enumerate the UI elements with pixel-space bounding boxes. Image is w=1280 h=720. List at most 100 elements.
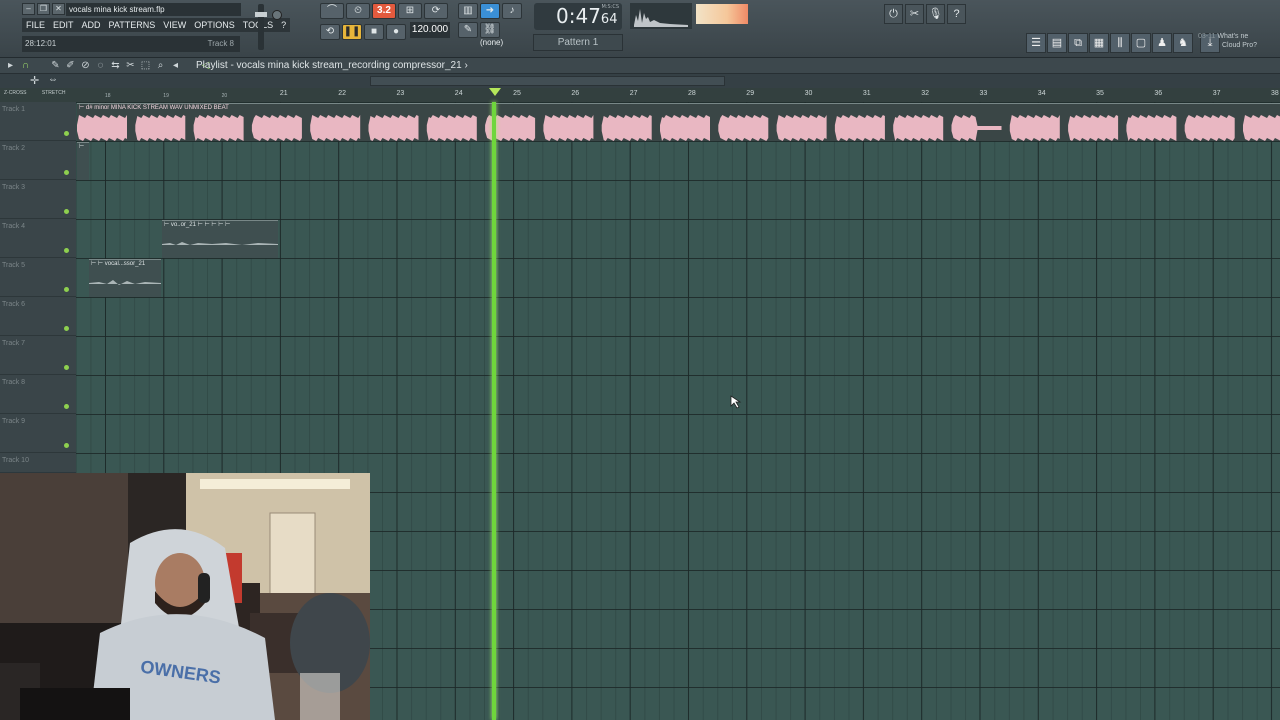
- microphone-icon[interactable]: 🎙: [926, 4, 945, 24]
- audio-clip-track4[interactable]: ⊢ vo..or_21 ⊢ ⊢ ⊢ ⊢ ⊢: [162, 220, 278, 258]
- song-mode-icon[interactable]: ⟲: [320, 24, 340, 40]
- browser-icon[interactable]: ▦: [1089, 33, 1109, 53]
- news-panel[interactable]: 03-11 What's ne Cloud Pro?: [1198, 32, 1280, 54]
- waveform-block: [251, 115, 302, 141]
- track-mute-led-icon[interactable]: [64, 131, 69, 136]
- master-pitch[interactable]: [272, 10, 282, 50]
- audio-clip-beat[interactable]: ⊢ d# minor MINA KICK STREAM WAV UNMIXED …: [77, 103, 1280, 141]
- close-icon[interactable]: ✕: [52, 3, 65, 15]
- track-header[interactable]: Track 2: [0, 141, 76, 180]
- track-header[interactable]: Track 5: [0, 258, 76, 297]
- clip-title-track5: vocal...ssor_21: [104, 261, 146, 267]
- menu-options[interactable]: OPTIONS: [190, 18, 239, 32]
- pencil-icon[interactable]: ✎: [49, 59, 62, 72]
- track-name: Track 2: [2, 145, 26, 152]
- zoom-icon[interactable]: ⌕: [154, 59, 167, 72]
- bell-icon[interactable]: ♪: [502, 3, 522, 19]
- bar-numbers: 18 19 20 21 22 23 24 25 26 27 28 29 30 31 32 33 34 35 36 37…: [76, 88, 1280, 102]
- top-toolbar: – ❐ ✕ vocals mina kick stream.flp FILE E…: [0, 0, 1280, 58]
- track-header[interactable]: Track 1: [0, 102, 76, 141]
- menu-view[interactable]: VIEW: [159, 18, 190, 32]
- track-mute-led-icon[interactable]: [64, 170, 69, 175]
- audio-clip-track5[interactable]: ⊢ ⊢ vocal...ssor_21: [89, 259, 161, 297]
- track-header[interactable]: Track 8: [0, 375, 76, 414]
- menu-edit[interactable]: EDIT: [49, 18, 78, 32]
- slip-icon[interactable]: ⇆: [109, 59, 122, 72]
- track-header[interactable]: Track 7: [0, 336, 76, 375]
- snap-select[interactable]: (none): [480, 38, 503, 47]
- clip-title-track4: vo..or_21: [170, 222, 196, 228]
- track-mute-led-icon[interactable]: [64, 248, 69, 253]
- countdown-button[interactable]: 3.2: [372, 3, 396, 19]
- waveform-block: [77, 115, 127, 141]
- mute-icon[interactable]: ◌: [94, 59, 107, 72]
- arrows-icon[interactable]: ⇔: [48, 74, 58, 85]
- track-mute-led-icon[interactable]: [64, 404, 69, 409]
- playback-icon[interactable]: ◂: [169, 59, 182, 72]
- loop-record-icon[interactable]: ⟳: [424, 3, 448, 19]
- delete-icon[interactable]: ⊘: [79, 59, 92, 72]
- typing-keyboard-icon[interactable]: ⌒: [320, 3, 344, 19]
- track-header[interactable]: Track 9: [0, 414, 76, 453]
- pitch-knob-icon[interactable]: [272, 10, 282, 20]
- ruler-bar-label: 31: [862, 90, 871, 97]
- playhead-marker-icon[interactable]: [489, 88, 501, 96]
- ruler-bar-label: 38: [1271, 90, 1279, 97]
- track-mute-led-icon[interactable]: [64, 287, 69, 292]
- playhead-line[interactable]: [492, 102, 496, 720]
- master-volume-slider[interactable]: [255, 4, 267, 50]
- metronome-icon[interactable]: ⏲: [346, 3, 370, 19]
- pause-button[interactable]: ❚❚: [342, 24, 362, 40]
- playlist-icon[interactable]: ☰: [1026, 33, 1046, 53]
- track-mute-led-icon[interactable]: [64, 326, 69, 331]
- tempo-display[interactable]: 120.000: [410, 22, 450, 38]
- track-name: Track 7: [2, 340, 26, 347]
- piano-icon[interactable]: ▥: [458, 3, 478, 19]
- news-number: 03-11: [1198, 33, 1216, 40]
- restore-icon[interactable]: ❐: [37, 3, 50, 15]
- track-mute-led-icon[interactable]: [64, 209, 69, 214]
- horizontal-scrollbar[interactable]: [370, 76, 725, 86]
- magnet-icon[interactable]: ∩: [19, 59, 32, 72]
- blend-notes-icon[interactable]: ⊞: [398, 3, 422, 19]
- touch-icon[interactable]: ♟: [1152, 33, 1172, 53]
- link-icon[interactable]: ⛓: [480, 22, 500, 38]
- brush-icon[interactable]: ✎: [458, 22, 478, 38]
- stop-button[interactable]: ■: [364, 24, 384, 40]
- record-button[interactable]: ●: [386, 24, 406, 40]
- tools-icon[interactable]: ✂: [905, 4, 924, 24]
- pattern-selector[interactable]: Pattern 1: [533, 34, 623, 51]
- paint-icon[interactable]: ✐: [64, 59, 77, 72]
- arrow-icon[interactable]: ➜: [480, 3, 500, 19]
- track-header[interactable]: Track 3: [0, 180, 76, 219]
- menu-add[interactable]: ADD: [78, 18, 105, 32]
- timeline-ruler[interactable]: Z-CROSS STRETCH 18 19 20 21 22 23 24 25 26 27 28 29…: [0, 88, 1280, 102]
- track-header[interactable]: Track 4: [0, 219, 76, 258]
- play-arrow-icon[interactable]: ▸: [4, 59, 17, 72]
- track-header[interactable]: Track 6: [0, 297, 76, 336]
- clip-track2-stub[interactable]: ⊢: [77, 142, 89, 180]
- track-mute-led-icon[interactable]: [64, 365, 69, 370]
- stretch-tag[interactable]: STRETCH: [42, 90, 66, 96]
- playlist-title: Playlist - vocals mina kick stream_recor…: [196, 59, 468, 72]
- vocal-icon[interactable]: ♞: [1173, 33, 1193, 53]
- minimize-icon[interactable]: –: [22, 3, 35, 15]
- oscilloscope-wave-icon: [634, 9, 688, 27]
- piano-roll-icon[interactable]: ⧉: [1068, 33, 1088, 53]
- tempo-value: 120.000: [411, 24, 449, 35]
- help-icon[interactable]: ?: [947, 4, 966, 24]
- time-display[interactable]: 0:4764 M:S:CS: [534, 3, 622, 30]
- power-icon[interactable]: ⏻: [884, 4, 903, 24]
- select-icon[interactable]: ⬚: [139, 59, 152, 72]
- channel-rack-icon[interactable]: ▤: [1047, 33, 1067, 53]
- slice-icon[interactable]: ✂: [124, 59, 137, 72]
- track-mute-led-icon[interactable]: [64, 443, 69, 448]
- zcross-tag[interactable]: Z-CROSS: [4, 90, 27, 96]
- waveform-block: [135, 115, 186, 141]
- project-title: vocals mina kick stream.flp: [66, 3, 241, 16]
- menu-file[interactable]: FILE: [22, 18, 49, 32]
- mixer-icon[interactable]: ⫼: [1110, 33, 1130, 53]
- move-icon[interactable]: ✛: [30, 74, 39, 87]
- plugin-icon[interactable]: ▢: [1131, 33, 1151, 53]
- menu-patterns[interactable]: PATTERNS: [105, 18, 160, 32]
